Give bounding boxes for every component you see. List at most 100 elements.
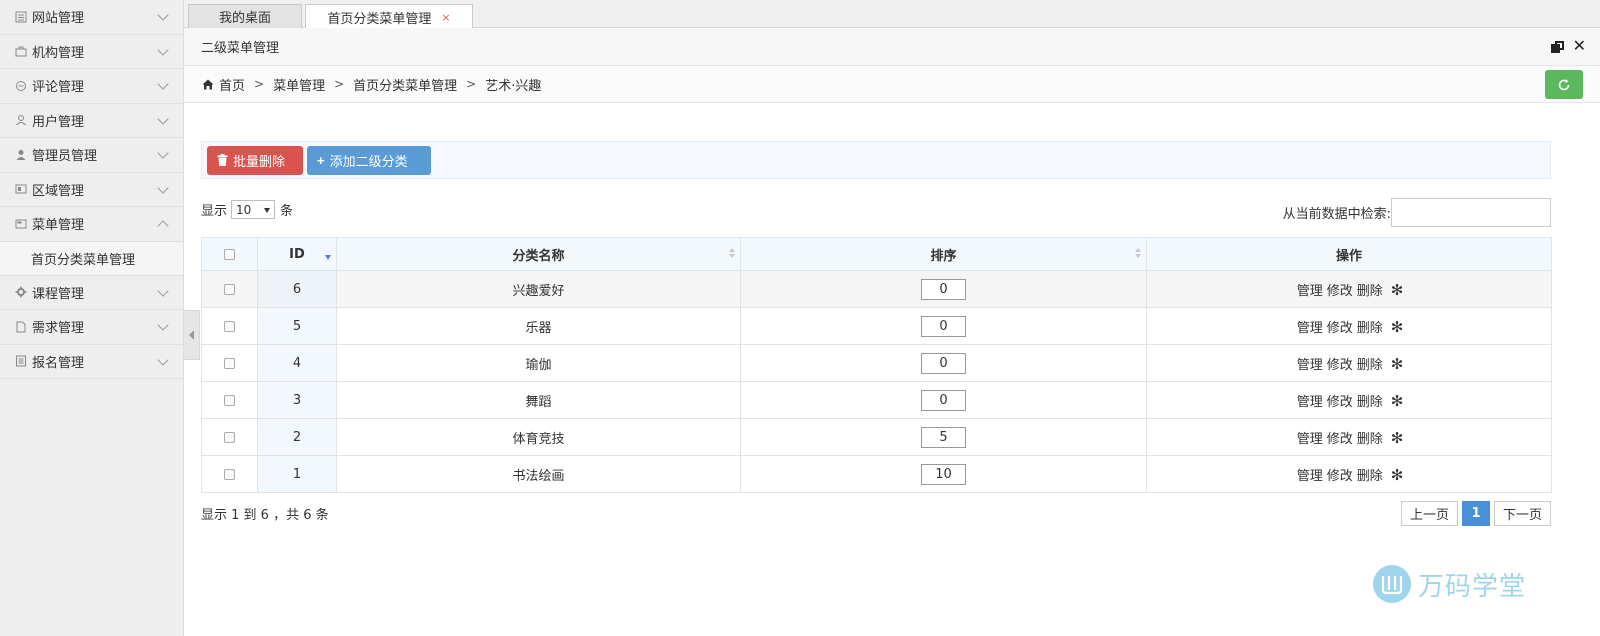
sidebar-collapse-handle[interactable]: [184, 310, 200, 360]
breadcrumb-home-category-menu[interactable]: 首页分类菜单管理: [353, 75, 457, 94]
sidebar-item-menu[interactable]: 菜单管理: [0, 207, 183, 242]
asterisk-icon[interactable]: ✻: [1391, 318, 1404, 336]
row-checkbox[interactable]: [224, 468, 235, 480]
breadcrumb-current: 艺术·兴趣: [485, 78, 542, 94]
batch-delete-button[interactable]: 批量删除: [207, 145, 303, 175]
restore-window-icon[interactable]: [1551, 41, 1564, 53]
delete-link[interactable]: 删除: [1357, 469, 1383, 484]
region-icon: [14, 182, 28, 196]
edit-link[interactable]: 修改: [1327, 321, 1353, 336]
delete-link[interactable]: 删除: [1357, 284, 1383, 299]
chevron-down-icon: [157, 353, 169, 366]
refresh-icon: [1558, 78, 1570, 90]
gear-icon: [14, 285, 28, 299]
ops-header: 操作: [1146, 237, 1552, 271]
tab-my-desktop[interactable]: 我的桌面: [188, 4, 302, 28]
search-filter: 从当前数据中检索:: [1283, 198, 1551, 227]
row-order-input[interactable]: [921, 278, 966, 300]
sidebar-item-admin[interactable]: 管理员管理: [0, 138, 183, 173]
asterisk-icon[interactable]: ✻: [1391, 429, 1404, 447]
manage-link[interactable]: 管理: [1297, 284, 1323, 299]
sidebar-item-org[interactable]: 机构管理: [0, 34, 183, 69]
add-subcategory-button[interactable]: + 添加二级分类: [307, 145, 431, 175]
row-checkbox[interactable]: [224, 320, 235, 332]
table-header-row: ID 分类名称 排序 操作: [201, 237, 1552, 271]
sidebar-item-website[interactable]: 网站管理: [0, 0, 183, 35]
document-icon: [14, 320, 28, 334]
table-row: 2 体育竞技 管理修改删除 ✻: [201, 418, 1552, 456]
select-all-checkbox[interactable]: [224, 248, 235, 260]
row-checkbox[interactable]: [224, 283, 235, 295]
manage-link[interactable]: 管理: [1297, 469, 1323, 484]
row-checkbox[interactable]: [224, 357, 235, 369]
order-header[interactable]: 排序: [740, 237, 1147, 271]
menu-icon: [14, 217, 28, 231]
edit-link[interactable]: 修改: [1327, 395, 1353, 410]
breadcrumb-separator: >: [254, 77, 265, 91]
sidebar-item-registration[interactable]: 报名管理: [0, 344, 183, 379]
length-suffix: 条: [280, 204, 294, 219]
table-row: 5 乐器 管理修改删除 ✻: [201, 307, 1552, 345]
row-actions: 管理 修改 删除 ✻: [1146, 344, 1552, 382]
row-order-input[interactable]: [921, 389, 966, 411]
row-order-input[interactable]: [921, 352, 966, 374]
tab-label: 首页分类菜单管理: [327, 11, 432, 27]
delete-link[interactable]: 删除: [1357, 358, 1383, 373]
asterisk-icon[interactable]: ✻: [1391, 392, 1404, 410]
next-page-button[interactable]: 下一页: [1493, 501, 1551, 526]
search-input[interactable]: [1391, 198, 1551, 227]
row-order-input[interactable]: [921, 463, 966, 485]
asterisk-icon[interactable]: ✻: [1391, 281, 1404, 299]
manage-link[interactable]: 管理: [1297, 358, 1323, 373]
edit-link[interactable]: 修改: [1327, 432, 1353, 447]
page-1-button[interactable]: 1: [1461, 501, 1490, 526]
sidebar-subitem-label: 首页分类菜单管理: [31, 252, 136, 268]
sidebar-item-course[interactable]: 课程管理: [0, 275, 183, 310]
prev-page-button[interactable]: 上一页: [1400, 501, 1458, 526]
row-actions: 管理 修改 删除 ✻: [1146, 381, 1552, 419]
delete-link[interactable]: 删除: [1357, 395, 1383, 410]
length-prefix: 显示: [201, 204, 228, 219]
sidebar-item-user[interactable]: 用户管理: [0, 103, 183, 138]
row-actions: 管理 修改 删除 ✻: [1146, 455, 1552, 493]
edit-link[interactable]: 修改: [1327, 284, 1353, 299]
manage-link[interactable]: 管理: [1297, 395, 1323, 410]
delete-link[interactable]: 删除: [1357, 432, 1383, 447]
sidebar-subitem-home-category-menu[interactable]: 首页分类菜单管理: [0, 241, 183, 276]
sidebar-item-demand[interactable]: 需求管理: [0, 310, 183, 345]
table-row: 1 书法绘画 管理修改删除 ✻: [201, 455, 1552, 493]
row-checkbox[interactable]: [224, 394, 235, 406]
sidebar-item-label: 用户管理: [32, 114, 85, 130]
row-order-input[interactable]: [921, 315, 966, 337]
row-order-input[interactable]: [921, 426, 966, 448]
sidebar-item-comment[interactable]: 评论管理: [0, 69, 183, 104]
manage-link[interactable]: 管理: [1297, 321, 1323, 336]
sidebar-item-label: 需求管理: [32, 321, 85, 337]
name-header[interactable]: 分类名称: [336, 237, 741, 271]
row-name: 瑜伽: [336, 344, 741, 382]
panel-header: 二级菜单管理 ✕: [184, 28, 1600, 66]
asterisk-icon[interactable]: ✻: [1391, 466, 1404, 484]
page-length-select[interactable]: 10: [231, 200, 276, 219]
row-id: 1: [257, 455, 337, 493]
id-header[interactable]: ID: [257, 237, 337, 271]
breadcrumb-menu-management[interactable]: 菜单管理: [273, 75, 325, 94]
row-name: 兴趣爱好: [336, 270, 741, 308]
edit-link[interactable]: 修改: [1327, 358, 1353, 373]
sidebar-item-region[interactable]: 区域管理: [0, 172, 183, 207]
order-header-label: 排序: [930, 248, 957, 264]
edit-link[interactable]: 修改: [1327, 469, 1353, 484]
asterisk-icon[interactable]: ✻: [1391, 355, 1404, 373]
refresh-button[interactable]: [1545, 70, 1583, 99]
breadcrumb-home[interactable]: 首页: [219, 75, 245, 94]
chevron-up-icon: [157, 220, 169, 232]
delete-link[interactable]: 删除: [1357, 321, 1383, 336]
tab-close-icon[interactable]: ×: [441, 11, 450, 24]
watermark-logo-icon: [1373, 565, 1411, 603]
row-actions: 管理 修改 删除 ✻: [1146, 418, 1552, 456]
tab-home-category-menu[interactable]: 首页分类菜单管理 ×: [305, 4, 473, 29]
manage-link[interactable]: 管理: [1297, 432, 1323, 447]
close-panel-icon[interactable]: ✕: [1573, 37, 1586, 55]
sidebar-item-label: 课程管理: [32, 286, 85, 302]
row-checkbox[interactable]: [224, 431, 235, 443]
